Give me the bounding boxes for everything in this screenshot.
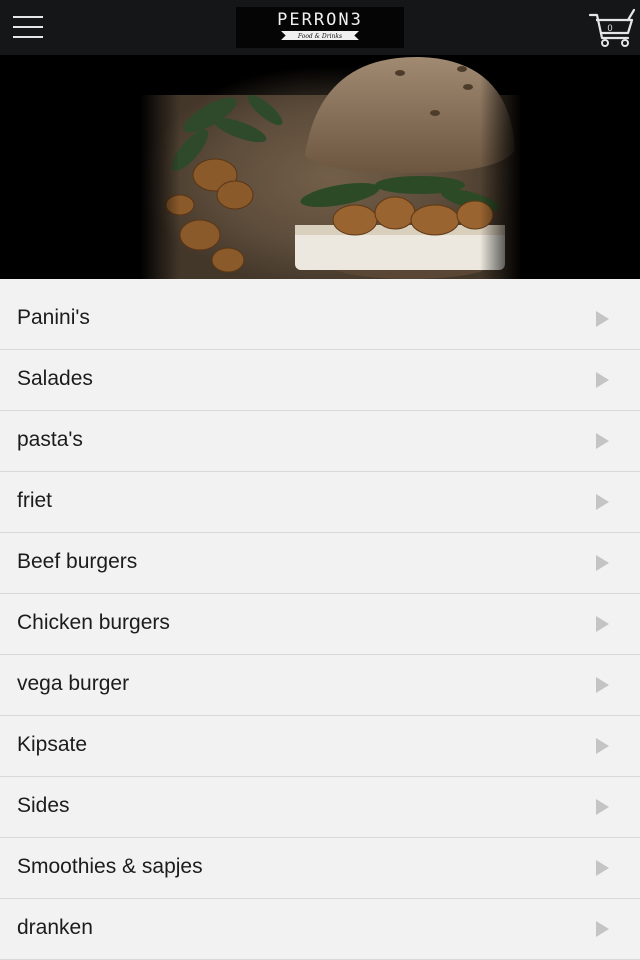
play-arrow-icon [596, 677, 609, 693]
play-arrow-icon [596, 738, 609, 754]
category-item-salades[interactable]: Salades [0, 350, 640, 411]
category-label: vega burger [17, 672, 130, 695]
logo-subtitle-art: Food & Drinks [297, 33, 342, 40]
play-arrow-icon [596, 921, 609, 937]
hero-banner [0, 55, 640, 279]
category-label: Chicken burgers [17, 611, 170, 634]
category-item-beef-burgers[interactable]: Beef burgers [0, 533, 640, 594]
category-label: pasta's [17, 428, 83, 451]
play-arrow-icon [596, 555, 609, 571]
category-item-vega-burger[interactable]: vega burger [0, 655, 640, 716]
category-label: Sides [17, 794, 70, 817]
top-bar: PERRON3 Food & Drinks 0 [0, 0, 640, 55]
play-arrow-icon [596, 311, 609, 327]
category-item-pastas[interactable]: pasta's [0, 411, 640, 472]
category-label: Beef burgers [17, 550, 138, 573]
hamburger-menu-icon[interactable] [8, 10, 48, 46]
category-item-kipsate[interactable]: Kipsate [0, 716, 640, 777]
play-arrow-icon [596, 799, 609, 815]
play-arrow-icon [596, 433, 609, 449]
play-arrow-icon [596, 616, 609, 632]
category-item-sides[interactable]: Sides [0, 777, 640, 838]
category-list: Panini's Salades pasta's friet Beef burg… [0, 289, 640, 960]
play-arrow-icon [596, 860, 609, 876]
category-label: friet [17, 489, 53, 512]
brand-logo[interactable]: PERRON3 Food & Drinks [236, 7, 404, 48]
svg-text:Food & Drinks: Food & Drinks [297, 33, 342, 40]
play-arrow-icon [596, 372, 609, 388]
category-item-smoothies[interactable]: Smoothies & sapjes [0, 838, 640, 899]
app-screen: PERRON3 Food & Drinks 0 Panini's Salades… [0, 0, 640, 960]
category-label: Kipsate [17, 733, 88, 756]
category-item-chicken-burgers[interactable]: Chicken burgers [0, 594, 640, 655]
category-label: Smoothies & sapjes [17, 855, 203, 878]
shopping-cart-icon[interactable]: 0 [588, 8, 636, 48]
category-item-friet[interactable]: friet [0, 472, 640, 533]
hero-food-image [0, 55, 640, 279]
category-item-dranken[interactable]: dranken [0, 899, 640, 960]
category-label: dranken [17, 916, 93, 939]
category-item-paninis[interactable]: Panini's [0, 289, 640, 350]
play-arrow-icon [596, 494, 609, 510]
category-label: Panini's [17, 306, 90, 329]
cart-count-badge: 0 [607, 23, 613, 33]
category-label: Salades [17, 367, 93, 390]
